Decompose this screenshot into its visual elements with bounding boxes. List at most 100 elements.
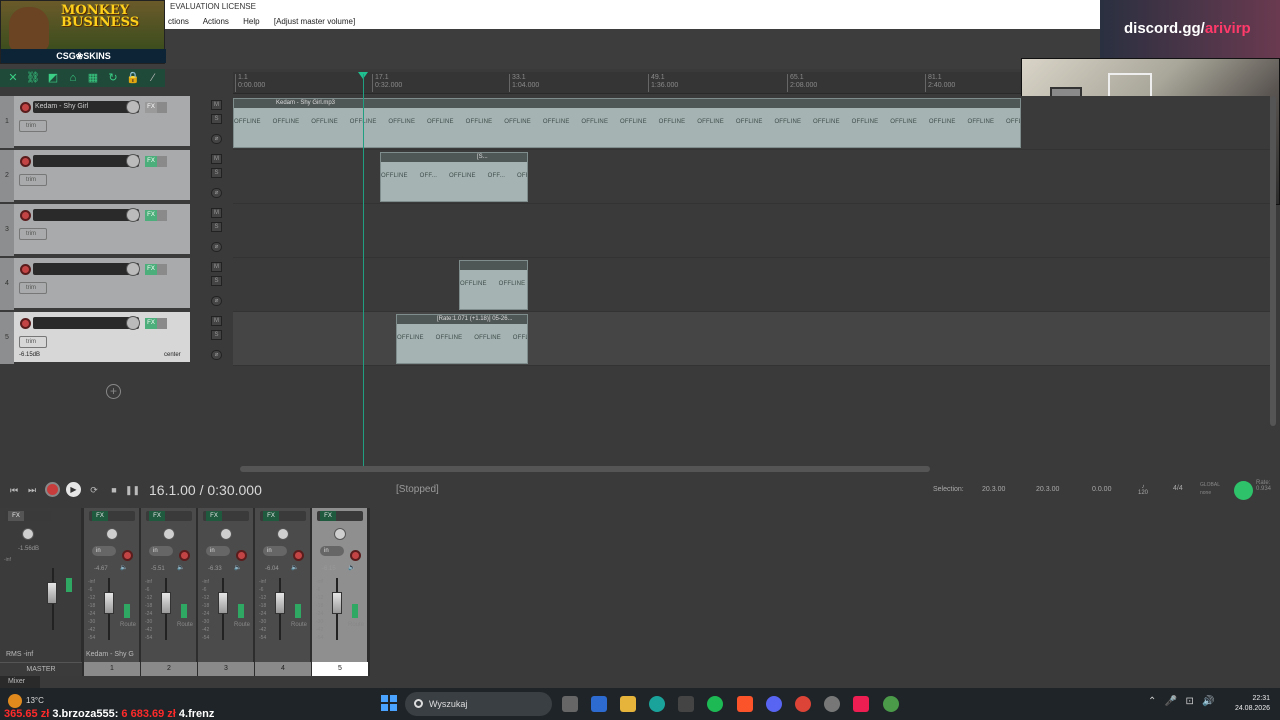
mixer-strip-4[interactable]: FX in -6.04 🔈 -inf -6 -12 -18 -24 -30 -42 -5… — [255, 508, 311, 676]
link-icon[interactable]: ⛓ — [26, 71, 40, 85]
fx-button[interactable]: FX — [145, 156, 157, 167]
fx-bypass-button[interactable] — [157, 318, 167, 329]
strip-fx-button[interactable]: FX — [203, 511, 249, 521]
master-label[interactable]: MASTER — [0, 662, 82, 676]
speaker-icon[interactable]: 🔈 — [177, 564, 184, 571]
solo-button[interactable]: S — [211, 222, 222, 232]
volume-fader[interactable] — [332, 592, 342, 614]
pan-knob[interactable] — [220, 528, 232, 540]
solo-button[interactable]: S — [211, 276, 222, 286]
route-button[interactable]: Route — [291, 622, 307, 628]
record-arm-button[interactable] — [179, 550, 190, 561]
horizontal-scrollbar[interactable] — [240, 466, 930, 472]
menu-item-help[interactable]: Help — [243, 17, 259, 26]
input-button[interactable]: in — [263, 546, 287, 556]
automation-mode-button[interactable]: trim — [19, 120, 47, 132]
solo-button[interactable]: S — [211, 330, 222, 340]
master-fader[interactable] — [47, 582, 57, 604]
track-name-field[interactable] — [33, 155, 139, 167]
tiktok-icon[interactable] — [853, 696, 869, 712]
pan-knob[interactable] — [163, 528, 175, 540]
record-button[interactable] — [45, 482, 60, 497]
global-automation[interactable]: GLOBAL none — [1200, 481, 1220, 497]
padlock-icon[interactable]: 🔒 — [126, 71, 140, 85]
automation-mode-button[interactable]: trim — [19, 228, 47, 240]
route-button[interactable]: Route — [120, 622, 136, 628]
time-signature[interactable]: 4/4 — [1173, 485, 1183, 492]
volume-knob[interactable] — [126, 100, 140, 114]
track-lane-2[interactable]: [S... OFFLINE OFF... OFFLINE OFF... OFFL… — [233, 150, 1270, 204]
timeline-ruler[interactable]: 1.1 0:00.000 17.1 0:32.000 33.1 1:04.000 49… — [233, 72, 1021, 94]
record-arm-button[interactable] — [20, 156, 31, 167]
pan-knob[interactable] — [334, 528, 346, 540]
track-header-5[interactable]: 5 FX trim -6.15dB center — [0, 312, 190, 364]
mixer-strip-3[interactable]: FX in -6.33 🔈 -inf -6 -12 -18 -24 -30 -42 -5… — [198, 508, 254, 676]
strip-number[interactable]: 5 — [312, 662, 368, 676]
volume-knob[interactable] — [126, 316, 140, 330]
input-button[interactable]: in — [92, 546, 116, 556]
menu-item-actions[interactable]: Actions — [203, 17, 229, 26]
xbox-icon[interactable] — [678, 696, 694, 712]
speaker-icon[interactable]: 🔈 — [348, 564, 355, 571]
input-button[interactable]: in — [149, 546, 173, 556]
pause-icon[interactable]: ❚❚ — [125, 484, 140, 496]
task-view-icon[interactable] — [562, 696, 578, 712]
solo-button[interactable]: S — [211, 114, 222, 124]
mixer-strip-2[interactable]: FX in -5.51 🔈 -inf -6 -12 -18 -24 -30 -42 -5… — [141, 508, 197, 676]
automation-mode-button[interactable]: trim — [19, 336, 47, 348]
track-lane-4[interactable]: OFFLINE OFFLINE — [233, 258, 1270, 312]
loop-icon[interactable]: ↻ — [106, 71, 120, 85]
record-arm-button[interactable] — [122, 550, 133, 561]
strip-number[interactable]: 3 — [198, 662, 254, 676]
folder-icon[interactable] — [620, 696, 636, 712]
strip-fx-button[interactable]: FX — [260, 511, 306, 521]
track-lane-1[interactable]: Kedam - Shy Girl.mp3 OFFLINE OFFLINE OFF… — [233, 96, 1270, 150]
discord-icon[interactable] — [766, 696, 782, 712]
record-arm-button[interactable] — [20, 210, 31, 221]
weather-widget[interactable]: 13°C — [8, 694, 44, 708]
strip-number[interactable]: 1 — [84, 662, 140, 676]
track-header-2[interactable]: 2 FX trim — [0, 150, 190, 202]
mute-button[interactable]: M — [211, 208, 222, 218]
add-track-plus-icon[interactable]: + — [106, 384, 121, 399]
track-lane-3[interactable] — [233, 204, 1270, 258]
volume-fader[interactable] — [104, 592, 114, 614]
track-name-field[interactable] — [33, 209, 139, 221]
record-arm-button[interactable] — [236, 550, 247, 561]
grid-icon[interactable]: ▦ — [86, 71, 100, 85]
volume-knob[interactable] — [126, 154, 140, 168]
solo-button[interactable]: S — [211, 168, 222, 178]
input-button[interactable]: in — [320, 546, 344, 556]
fx-button[interactable]: FX — [145, 210, 157, 221]
fx-bypass-button[interactable] — [157, 156, 167, 167]
track-name-field[interactable]: Kedam - Shy Girl — [33, 101, 139, 113]
play-button[interactable]: ▶ — [66, 482, 81, 497]
input-button[interactable]: in — [206, 546, 230, 556]
pan-knob[interactable] — [277, 528, 289, 540]
track-header-4[interactable]: 4 FX trim — [0, 258, 190, 310]
brave-icon[interactable] — [737, 696, 753, 712]
phase-icon[interactable]: ⌀ — [211, 350, 222, 360]
route-button[interactable]: Route — [177, 622, 193, 628]
envelope-icon[interactable]: ◩ — [46, 71, 60, 85]
phase-icon[interactable]: ⌀ — [211, 188, 222, 198]
route-button[interactable]: Route — [234, 622, 250, 628]
mute-button[interactable]: M — [211, 100, 222, 110]
master-strip[interactable]: FX -1.56dB -inf RMS -inf MASTER — [0, 508, 82, 676]
speaker-icon[interactable]: 🔈 — [291, 564, 298, 571]
playrate-knob[interactable] — [1234, 481, 1253, 500]
ripple-icon[interactable]: ✕ — [6, 71, 20, 85]
record-arm-button[interactable] — [350, 550, 361, 561]
repeat-icon[interactable]: ⟳ — [88, 484, 100, 496]
media-item[interactable]: [S... OFFLINE OFF... OFFLINE OFF... OFFL… — [380, 152, 528, 202]
pan-knob[interactable] — [106, 528, 118, 540]
menu-item-actions-partial[interactable]: ctions — [168, 17, 189, 26]
record-arm-button[interactable] — [20, 264, 31, 275]
speaker-icon[interactable]: 🔈 — [234, 564, 241, 571]
automation-mode-button[interactable]: trim — [19, 282, 47, 294]
cut-icon[interactable]: ⁄ — [146, 71, 160, 85]
fx-bypass-button[interactable] — [157, 210, 167, 221]
phase-icon[interactable]: ⌀ — [211, 134, 222, 144]
volume-fader[interactable] — [218, 592, 228, 614]
go-to-start-icon[interactable]: ⏮ — [8, 484, 20, 496]
